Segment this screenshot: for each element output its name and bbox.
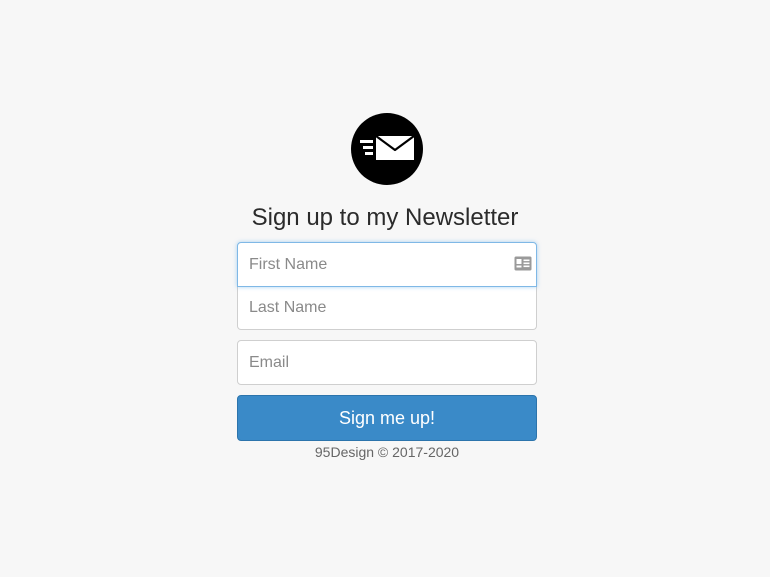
email-field[interactable] [237, 340, 537, 385]
newsletter-title: Sign up to my Newsletter [251, 204, 519, 231]
last-name-field[interactable] [237, 286, 537, 330]
contact-card-icon[interactable] [514, 256, 532, 271]
newsletter-envelope-icon [360, 135, 415, 160]
sign-up-button[interactable]: Sign me up! [237, 395, 537, 441]
first-name-field[interactable] [237, 242, 537, 287]
copyright-footer: 95Design © 2017-2020 [314, 444, 460, 460]
newsletter-logo [351, 113, 423, 185]
